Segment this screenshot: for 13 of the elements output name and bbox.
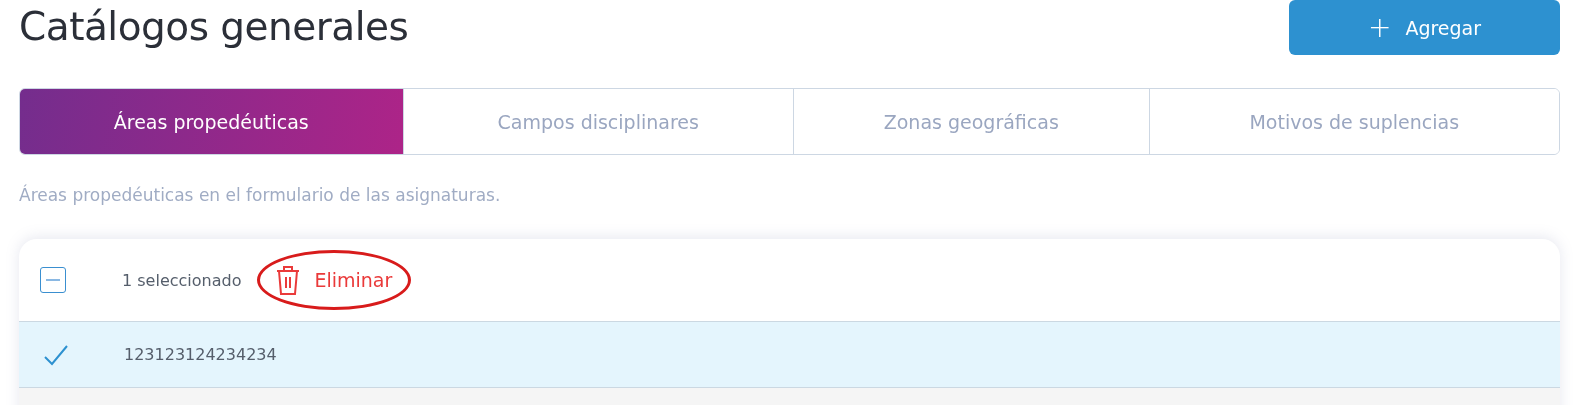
selection-count: 1 seleccionado: [122, 270, 242, 290]
check-icon: [43, 343, 69, 366]
trash-icon: [276, 265, 301, 295]
delete-button[interactable]: Eliminar: [276, 265, 393, 295]
table-cell: 123123124234234: [124, 345, 277, 364]
plus-icon: +: [1367, 13, 1392, 42]
tab[interactable]: Motivos de suplencias: [1148, 89, 1559, 154]
tab[interactable]: Áreas propedéuticas: [20, 89, 403, 154]
page-title: Catálogos generales: [19, 4, 409, 49]
table-row[interactable]: 123123124234234: [19, 322, 1560, 388]
add-button[interactable]: + Agregar: [1289, 0, 1560, 55]
select-all-checkbox[interactable]: [40, 267, 66, 293]
description-text: Áreas propedéuticas en el formulario de las asignaturas.: [19, 185, 502, 207]
